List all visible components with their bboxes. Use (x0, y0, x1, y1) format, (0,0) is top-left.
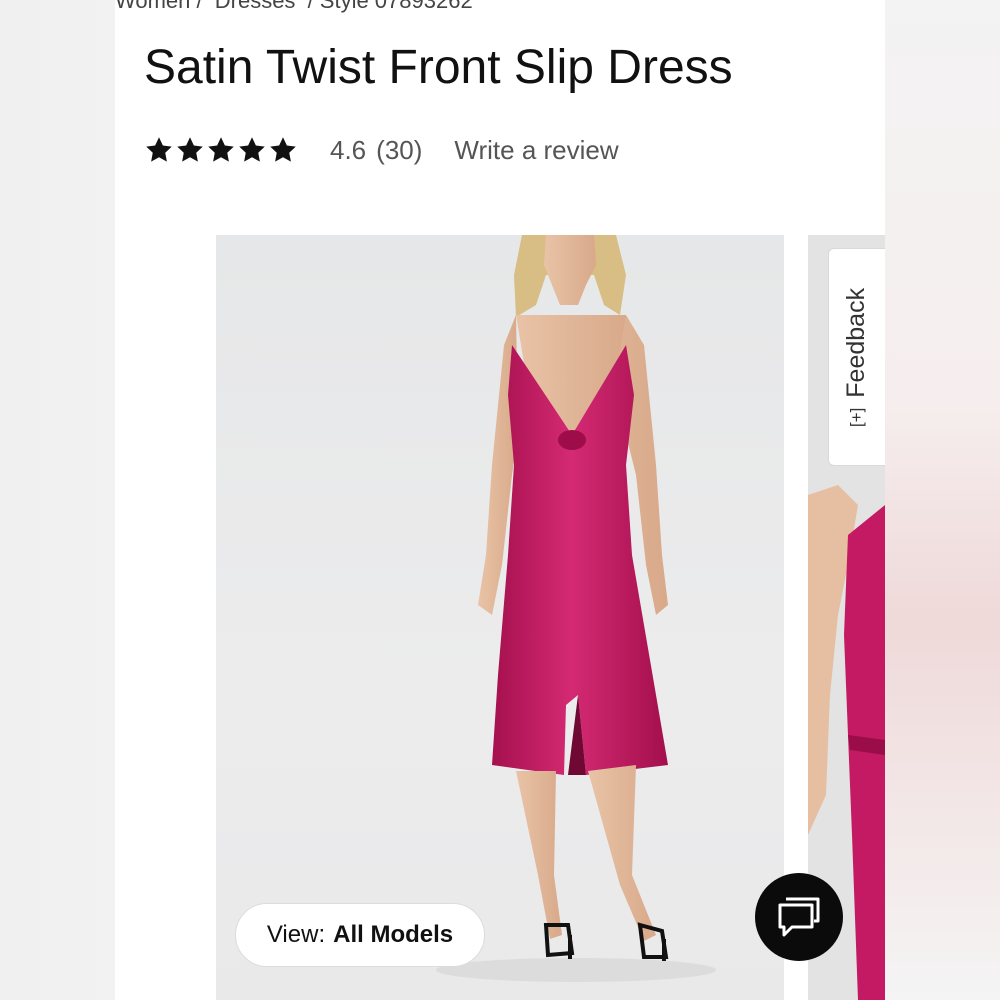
breadcrumb: Women / Dresses / Style 07893262 (115, 0, 479, 14)
model-in-dress-illustration (436, 235, 716, 982)
star-rating[interactable] (144, 135, 298, 165)
product-page: Women / Dresses / Style 07893262 Satin T… (115, 0, 885, 1000)
product-title: Satin Twist Front Slip Dress (144, 41, 733, 94)
chat-button[interactable] (755, 873, 843, 961)
chat-bubbles-icon (778, 897, 820, 937)
view-prefix: View: (266, 921, 326, 948)
star-icon (206, 135, 236, 165)
product-image-main[interactable] (216, 235, 784, 1000)
star-icon (175, 135, 205, 165)
feedback-label: Feedback (842, 287, 871, 398)
rating-value: 4.6 (330, 134, 367, 165)
rating-row: 4.6 (30) Write a review (144, 130, 619, 170)
breadcrumb-item-dresses[interactable]: Dresses (215, 0, 296, 13)
plus-bracket-icon: [+] (847, 407, 867, 427)
breadcrumb-item-women[interactable]: Women / (115, 0, 203, 13)
star-icon (237, 135, 267, 165)
background-blur-right (885, 0, 1000, 1000)
star-icon (144, 135, 174, 165)
breadcrumb-item-style: / Style 07893262 (307, 0, 473, 13)
view-value: All Models (333, 921, 454, 948)
feedback-tab[interactable]: [+] Feedback (828, 248, 885, 466)
write-review-link[interactable]: Write a review (454, 135, 618, 166)
review-count[interactable]: (30) (376, 135, 422, 166)
star-icon (268, 135, 298, 165)
view-models-button[interactable]: View: All Models (235, 903, 485, 967)
